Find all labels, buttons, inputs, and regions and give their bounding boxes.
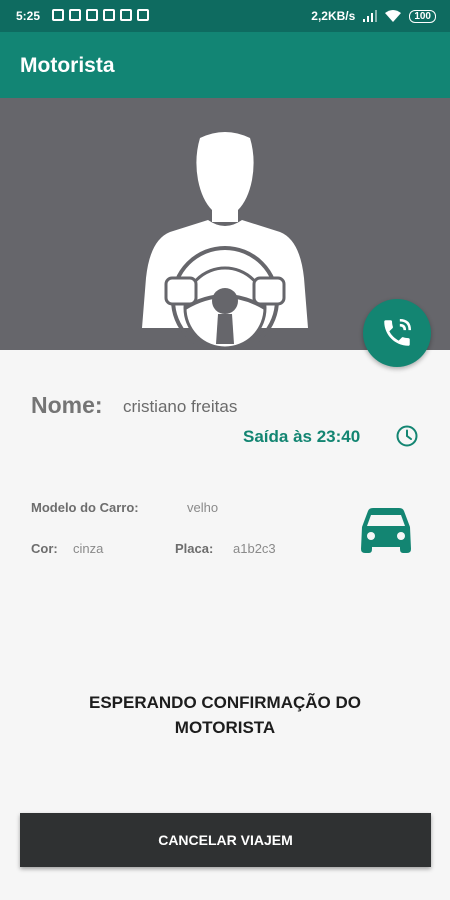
notification-icons	[52, 9, 149, 21]
instagram-icon	[86, 9, 98, 21]
wifi-icon	[385, 10, 402, 22]
waiting-confirmation-message: ESPERANDO CONFIRMAÇÃO DO MOTORISTA	[0, 690, 450, 740]
network-speed: 2,2KB/s	[311, 9, 356, 23]
car-plate-label: Placa:	[175, 541, 214, 556]
trash-icon	[137, 9, 149, 21]
car-color-label: Cor:	[31, 541, 58, 556]
app-icon	[103, 9, 115, 21]
car-model-value: velho	[187, 500, 219, 515]
departure-time: Saída às 23:40	[243, 427, 361, 446]
name-label: Nome:	[31, 392, 103, 418]
sim-icon	[69, 9, 81, 21]
status-bar: 5:25 2,2KB/s 100	[0, 0, 450, 32]
page-title: Motorista	[20, 54, 115, 77]
call-driver-button[interactable]	[363, 299, 431, 367]
car-model-label: Modelo do Carro:	[31, 500, 139, 515]
waiting-message-line2: MOTORISTA	[174, 718, 276, 737]
status-time: 5:25	[16, 9, 41, 23]
signal-icon	[363, 10, 378, 22]
phone-call-icon	[384, 318, 412, 346]
app-bar: Motorista	[0, 32, 450, 98]
car-color-value: cinza	[73, 541, 104, 556]
battery-indicator: 100	[409, 9, 436, 23]
driver-avatar-icon	[142, 132, 308, 350]
car-plate-value: a1b2c3	[233, 541, 276, 556]
clock-icon	[396, 425, 418, 447]
message-icon	[52, 9, 64, 21]
car-icon	[361, 508, 411, 553]
cancel-trip-button[interactable]: CANCELAR VIAJEM	[20, 813, 431, 867]
waiting-message-line1: ESPERANDO CONFIRMAÇÃO DO	[88, 693, 361, 712]
mail-icon	[120, 9, 132, 21]
driver-name: cristiano freitas	[123, 397, 238, 416]
